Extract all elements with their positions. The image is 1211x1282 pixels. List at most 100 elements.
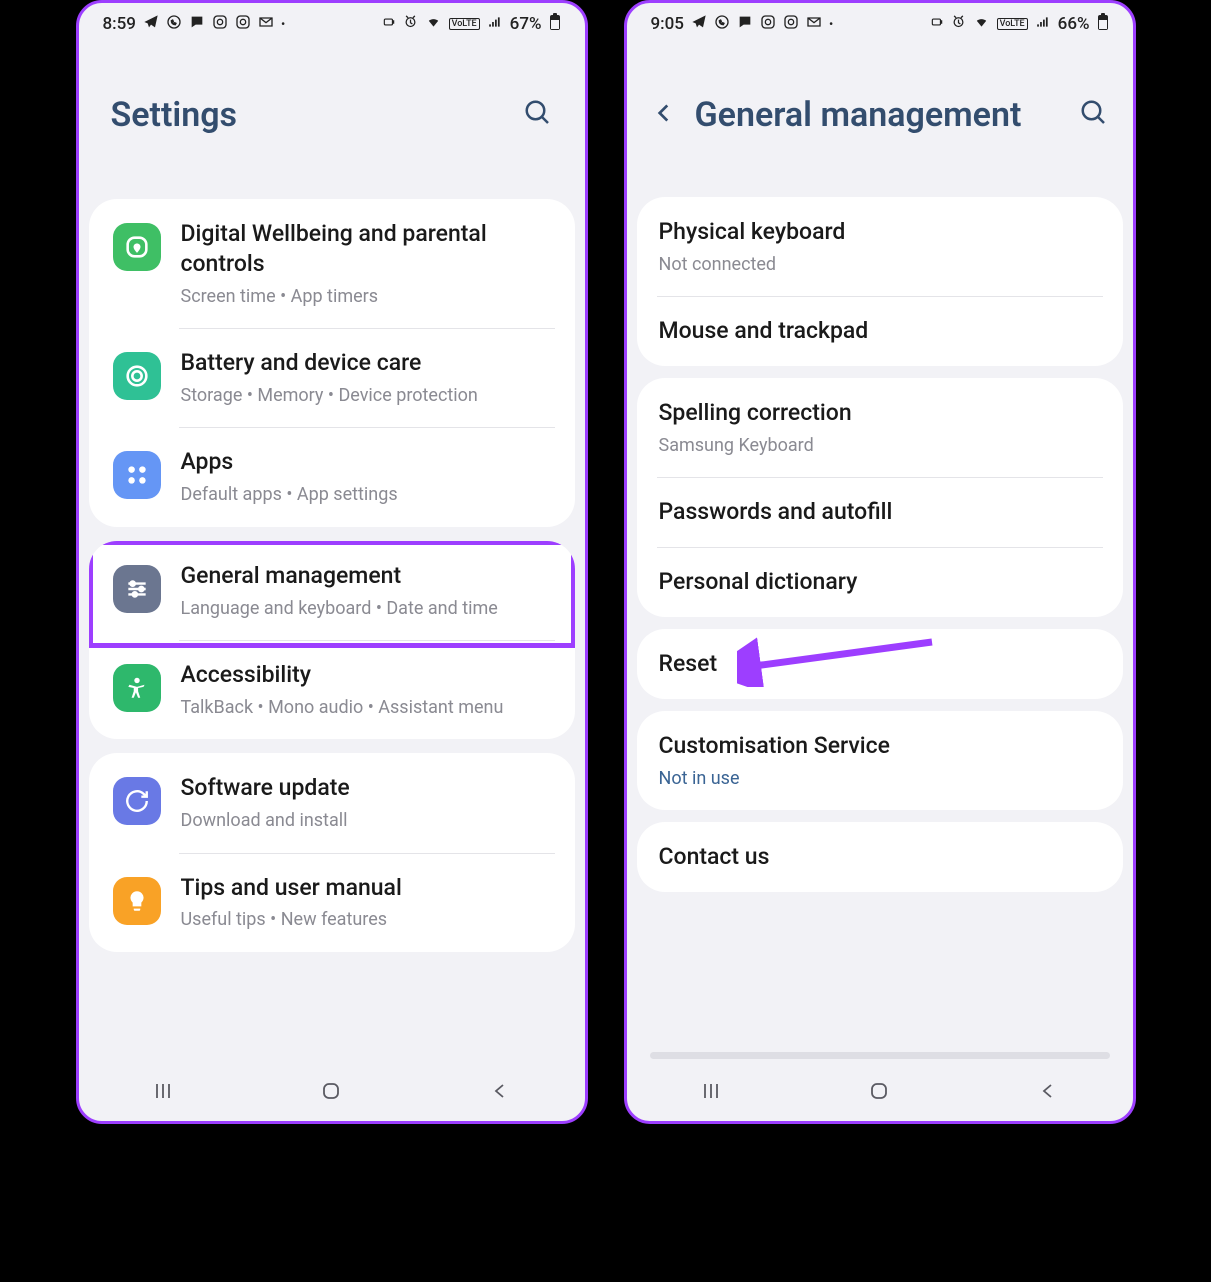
nav-bar <box>627 1065 1133 1121</box>
signal-icon <box>487 14 503 34</box>
status-bar: 8:59 • VoLTE <box>79 3 585 45</box>
instagram-icon <box>760 14 776 35</box>
item-customisation-service[interactable]: Customisation Service Not in use <box>637 711 1123 810</box>
recents-button[interactable] <box>699 1079 723 1107</box>
volte-icon: VoLTE <box>449 18 480 30</box>
item-subtitle: Language and keyboard • Date and time <box>181 597 551 620</box>
item-title: Apps <box>181 447 551 477</box>
item-personal-dictionary[interactable]: Personal dictionary <box>637 547 1123 617</box>
volte-icon: VoLTE <box>997 18 1028 30</box>
sidebar-item-apps[interactable]: Apps Default apps • App settings <box>89 427 575 526</box>
item-mouse-trackpad[interactable]: Mouse and trackpad <box>637 296 1123 366</box>
back-button[interactable] <box>1036 1079 1060 1107</box>
search-icon[interactable] <box>523 98 553 132</box>
nav-bar <box>79 1065 585 1121</box>
gmail-icon <box>806 14 822 35</box>
status-time: 9:05 <box>651 14 684 34</box>
settings-section: Reset <box>637 629 1123 699</box>
instagram-icon <box>212 14 228 35</box>
status-bar: 9:05 • VoLTE 66% <box>627 3 1133 45</box>
sidebar-item-tips[interactable]: Tips and user manual Useful tips • New f… <box>89 853 575 952</box>
home-button[interactable] <box>319 1079 343 1107</box>
item-subtitle: Samsung Keyboard <box>659 434 1101 457</box>
scroll-indicator <box>650 1052 1110 1059</box>
sidebar-item-devicecare[interactable]: Battery and device care Storage • Memory… <box>89 328 575 427</box>
wifi-icon <box>425 14 442 34</box>
item-subtitle: Storage • Memory • Device protection <box>181 384 551 407</box>
settings-section: Contact us <box>637 822 1123 892</box>
battery-percent: 67% <box>510 14 542 34</box>
page-title: General management <box>695 95 1022 135</box>
item-title: Software update <box>181 773 551 803</box>
telegram-icon <box>143 14 159 35</box>
sidebar-item-software-update[interactable]: Software update Download and install <box>89 753 575 852</box>
more-dot-icon: • <box>281 17 285 31</box>
gmail-icon <box>258 14 274 35</box>
whatsapp-icon <box>714 14 730 35</box>
instagram-icon-2 <box>783 14 799 35</box>
back-button[interactable] <box>488 1079 512 1107</box>
item-subtitle: Default apps • App settings <box>181 483 551 506</box>
settings-section: Software update Download and install Tip… <box>89 753 575 952</box>
sliders-icon <box>113 565 161 613</box>
item-subtitle: TalkBack • Mono audio • Assistant menu <box>181 696 551 719</box>
update-icon <box>113 777 161 825</box>
item-title: Personal dictionary <box>659 567 1101 597</box>
settings-header: Settings <box>79 45 585 185</box>
item-title: Mouse and trackpad <box>659 316 1101 346</box>
item-contact-us[interactable]: Contact us <box>637 822 1123 892</box>
telegram-icon <box>691 14 707 35</box>
chat-icon <box>189 14 205 35</box>
item-title: Physical keyboard <box>659 217 1101 247</box>
item-title: Passwords and autofill <box>659 497 1101 527</box>
item-title: Spelling correction <box>659 398 1101 428</box>
whatsapp-icon <box>166 14 182 35</box>
item-passwords-autofill[interactable]: Passwords and autofill <box>637 477 1123 547</box>
phone-left-settings: 8:59 • VoLTE <box>76 0 588 1124</box>
wifi-icon <box>973 14 990 34</box>
home-button[interactable] <box>867 1079 891 1107</box>
battery-small-icon <box>382 14 396 34</box>
search-icon[interactable] <box>1079 98 1109 132</box>
status-time: 8:59 <box>103 14 136 34</box>
accessibility-icon <box>113 664 161 712</box>
item-title: Accessibility <box>181 660 551 690</box>
settings-section: General management Language and keyboard… <box>89 541 575 740</box>
item-title: Contact us <box>659 842 1101 872</box>
devicecare-icon <box>113 352 161 400</box>
back-icon[interactable] <box>651 100 677 130</box>
item-subtitle: Useful tips • New features <box>181 908 551 931</box>
instagram-icon-2 <box>235 14 251 35</box>
item-title: General management <box>181 561 551 591</box>
settings-section: Digital Wellbeing and parental controls … <box>89 199 575 527</box>
settings-section: Customisation Service Not in use <box>637 711 1123 810</box>
apps-icon <box>113 451 161 499</box>
item-subtitle: Not connected <box>659 253 1101 276</box>
item-subtitle: Screen time • App timers <box>181 285 551 308</box>
battery-percent: 66% <box>1058 14 1090 34</box>
recents-button[interactable] <box>151 1079 175 1107</box>
page-header: General management <box>627 45 1133 185</box>
sidebar-item-accessibility[interactable]: Accessibility TalkBack • Mono audio • As… <box>89 640 575 739</box>
tips-icon <box>113 877 161 925</box>
alarm-icon <box>951 14 966 34</box>
settings-section: Physical keyboard Not connected Mouse an… <box>637 197 1123 366</box>
item-physical-keyboard[interactable]: Physical keyboard Not connected <box>637 197 1123 296</box>
battery-small-icon <box>930 14 944 34</box>
item-title: Digital Wellbeing and parental controls <box>181 219 551 279</box>
sidebar-item-wellbeing[interactable]: Digital Wellbeing and parental controls … <box>89 199 575 328</box>
item-spelling-correction[interactable]: Spelling correction Samsung Keyboard <box>637 378 1123 477</box>
settings-section: Spelling correction Samsung Keyboard Pas… <box>637 378 1123 617</box>
item-title: Customisation Service <box>659 731 1101 761</box>
signal-icon <box>1035 14 1051 34</box>
item-subtitle: Not in use <box>659 767 1101 790</box>
item-reset[interactable]: Reset <box>637 629 1123 699</box>
battery-icon <box>1097 13 1109 36</box>
item-title: Battery and device care <box>181 348 551 378</box>
alarm-icon <box>403 14 418 34</box>
sidebar-item-general-management[interactable]: General management Language and keyboard… <box>89 541 575 640</box>
phone-right-general-management: 9:05 • VoLTE 66% General management <box>624 0 1136 1124</box>
item-title: Reset <box>659 649 1101 679</box>
page-title: Settings <box>111 95 238 135</box>
chat-icon <box>737 14 753 35</box>
